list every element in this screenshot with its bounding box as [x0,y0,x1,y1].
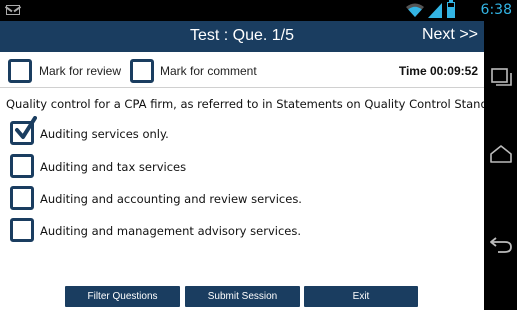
answer-checkbox[interactable] [10,154,34,178]
filter-questions-button[interactable]: Filter Questions [65,286,180,307]
submit-session-button[interactable]: Submit Session [185,286,300,307]
answer-checkbox[interactable] [10,186,34,210]
status-clock: 6:38 [480,2,512,18]
signal-icon [428,3,442,18]
answer-checkbox[interactable] [10,218,34,242]
recent-apps-icon[interactable] [488,66,514,88]
status-bar: 6:38 [0,0,517,21]
next-button[interactable]: Next >> [422,26,478,44]
answer-label[interactable]: Auditing and management advisory service… [40,224,301,238]
exit-button[interactable]: Exit [304,286,418,307]
timer: Time 00:09:52 [398,64,478,78]
answer-checkbox[interactable] [10,116,37,145]
answer-label[interactable]: Auditing and tax services [40,160,186,174]
answer-option[interactable]: Auditing and accounting and review servi… [10,186,480,212]
checkmark-icon [15,116,37,139]
wifi-icon [406,3,424,17]
answer-option[interactable]: Auditing services only. [10,116,480,147]
mark-review-checkbox[interactable] [8,59,32,83]
answer-label[interactable]: Auditing and accounting and review servi… [40,192,302,206]
answer-label[interactable]: Auditing services only. [40,127,169,141]
question-toolbar: Mark for review Mark for comment Time 00… [0,52,484,88]
page-title: Test : Que. 1/5 [189,27,295,44]
header-bar: Test : Que. 1/5 Next >> [0,21,484,52]
question-text: Quality control for a CPA firm, as refer… [6,97,484,111]
mark-review-label[interactable]: Mark for review [39,64,121,78]
answer-option[interactable]: Auditing and management advisory service… [10,218,480,244]
quiz-app: Test : Que. 1/5 Next >> Mark for review … [0,21,484,310]
answer-option[interactable]: Auditing and tax services [10,154,480,180]
mail-icon [6,5,20,15]
mark-comment-checkbox[interactable] [130,59,154,83]
mark-comment-label[interactable]: Mark for comment [160,64,257,78]
back-icon[interactable] [488,233,514,255]
system-nav-bar [484,21,517,310]
home-icon[interactable] [488,143,514,165]
